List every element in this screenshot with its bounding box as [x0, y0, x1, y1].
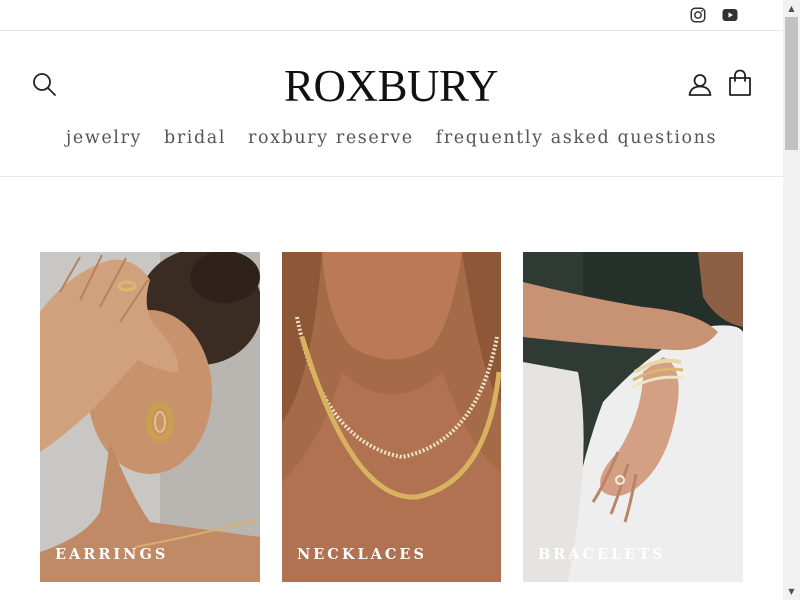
necklaces-photo: [282, 252, 501, 582]
tile-label-earrings: EARRINGS: [55, 546, 169, 563]
scroll-down-arrow-icon[interactable]: ▼: [783, 583, 800, 600]
search-icon[interactable]: [31, 71, 57, 97]
scroll-up-arrow-icon[interactable]: ▲: [783, 0, 800, 17]
collection-tile-earrings[interactable]: EARRINGS: [40, 252, 260, 582]
nav-link-faq[interactable]: frequently asked questions: [436, 124, 717, 152]
nav-link-roxbury-reserve[interactable]: roxbury reserve: [248, 124, 414, 152]
youtube-icon[interactable]: [721, 6, 739, 24]
instagram-icon[interactable]: [689, 6, 707, 24]
nav-link-bridal[interactable]: bridal: [164, 124, 226, 152]
announcement-bar: [0, 0, 783, 31]
vertical-scrollbar[interactable]: ▲ ▼: [783, 0, 800, 600]
cart-icon[interactable]: [727, 69, 753, 97]
nav-link-jewelry[interactable]: jewelry: [66, 124, 142, 152]
collection-tile-necklaces[interactable]: NECKLACES: [282, 252, 501, 582]
scrollbar-thumb[interactable]: [785, 17, 798, 150]
account-icon[interactable]: [687, 72, 713, 98]
tile-label-necklaces: NECKLACES: [297, 546, 427, 563]
site-logo[interactable]: ROXBURY: [283, 58, 499, 114]
main-nav: jewelry bridal roxbury reserve frequentl…: [0, 124, 783, 152]
site-header: ROXBURY jewelry bridal roxbury reserve f…: [0, 31, 783, 177]
collection-tile-bracelets[interactable]: BRACELETS: [523, 252, 743, 582]
bracelets-photo: [523, 252, 743, 582]
earrings-photo: [40, 252, 260, 582]
tile-label-bracelets: BRACELETS: [538, 546, 666, 563]
